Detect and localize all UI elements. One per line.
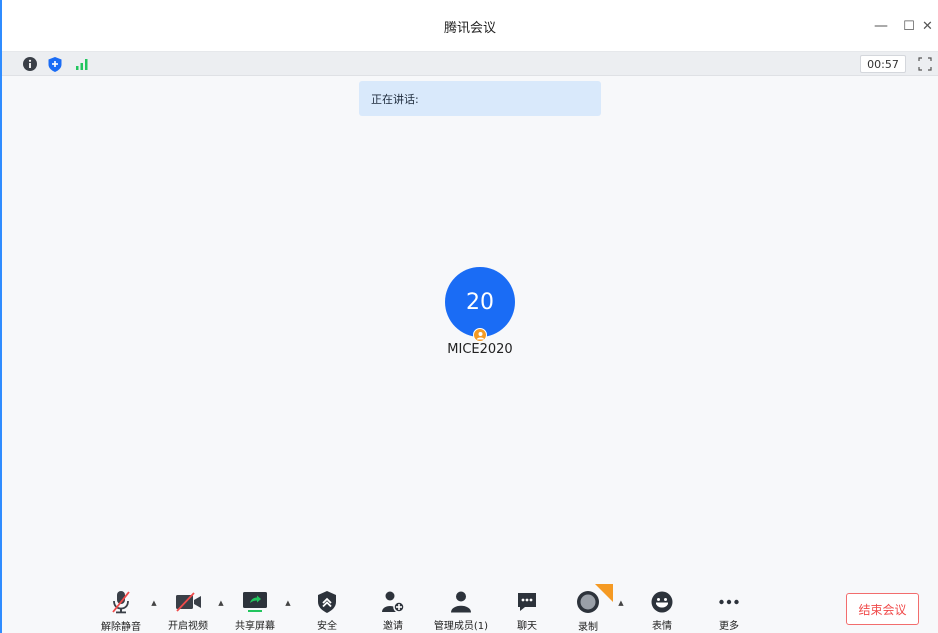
speaking-label: 正在讲话:	[371, 92, 419, 106]
speaking-banner: 正在讲话:	[359, 81, 601, 116]
new-badge-icon	[595, 584, 613, 602]
maximize-button[interactable]: ☐	[895, 0, 923, 52]
microphone-muted-icon	[112, 591, 130, 614]
emoji-icon	[651, 591, 673, 612]
caret-up-icon: ▲	[218, 599, 224, 607]
avatar-text: 20	[466, 289, 494, 315]
reactions-button[interactable]: 表情	[632, 590, 692, 632]
minimize-icon: —	[874, 18, 888, 34]
signal-icon	[76, 59, 88, 70]
chat-label: 聊天	[517, 621, 537, 632]
meeting-info-button[interactable]	[22, 56, 38, 72]
close-button[interactable]: ✕	[922, 0, 938, 52]
record-options-button[interactable]: ▲	[616, 598, 626, 608]
end-meeting-button[interactable]: 结束会议	[846, 593, 919, 625]
caret-up-icon: ▲	[151, 599, 157, 607]
maximize-icon: ☐	[903, 18, 915, 34]
network-status-button[interactable]	[74, 56, 90, 72]
more-icon	[719, 599, 739, 604]
close-icon: ✕	[922, 18, 933, 34]
record-button[interactable]: 录制	[558, 584, 618, 633]
chat-button[interactable]: 聊天	[497, 590, 557, 632]
window-title: 腾讯会议	[443, 20, 496, 36]
host-icon	[476, 331, 484, 340]
manage-members-button[interactable]: 管理成员(1)	[431, 590, 491, 632]
participant-avatar: 20	[445, 267, 515, 337]
security-button[interactable]: 安全	[297, 590, 357, 632]
security-label: 安全	[317, 621, 337, 632]
shield-icon	[48, 56, 62, 72]
minimize-button[interactable]: —	[867, 0, 895, 52]
invite-user-icon	[382, 591, 405, 613]
info-icon	[23, 57, 37, 71]
participant-name: MICE2020	[447, 342, 513, 357]
fullscreen-icon	[918, 57, 932, 71]
more-button[interactable]: 更多	[699, 590, 759, 632]
reactions-label: 表情	[652, 621, 672, 632]
host-badge	[473, 328, 487, 342]
record-label: 录制	[578, 622, 598, 633]
fullscreen-button[interactable]	[916, 56, 934, 72]
more-label: 更多	[719, 621, 739, 632]
chat-icon	[518, 592, 536, 611]
share-screen-icon	[243, 591, 267, 612]
window-edge	[0, 0, 2, 633]
meeting-timer: 00:57	[860, 55, 906, 73]
unmute-button[interactable]: 解除静音	[91, 590, 151, 633]
meeting-toolbar: 解除静音 ▲ 开启视频 ▲ 共享屏幕 ▲ 安全 邀请 管理成员(1) 聊天 录制…	[2, 578, 938, 633]
manage-members-label: 管理成员(1)	[433, 621, 489, 632]
start-video-label: 开启视频	[168, 621, 208, 632]
security-status-button[interactable]	[47, 56, 63, 72]
caret-up-icon: ▲	[285, 599, 291, 607]
invite-label: 邀请	[383, 621, 403, 632]
security-shield-icon	[318, 590, 336, 613]
share-options-button[interactable]: ▲	[283, 598, 293, 608]
share-screen-label: 共享屏幕	[235, 621, 275, 632]
members-icon	[451, 591, 471, 612]
meeting-info-bar: 00:57	[2, 52, 938, 76]
invite-button[interactable]: 邀请	[363, 590, 423, 632]
start-video-button[interactable]: 开启视频	[158, 590, 218, 632]
unmute-label: 解除静音	[101, 622, 141, 633]
share-screen-button[interactable]: 共享屏幕	[225, 590, 285, 632]
camera-off-icon	[176, 591, 201, 612]
title-bar: 腾讯会议 — ☐ ✕	[2, 0, 938, 52]
caret-up-icon: ▲	[618, 599, 624, 607]
